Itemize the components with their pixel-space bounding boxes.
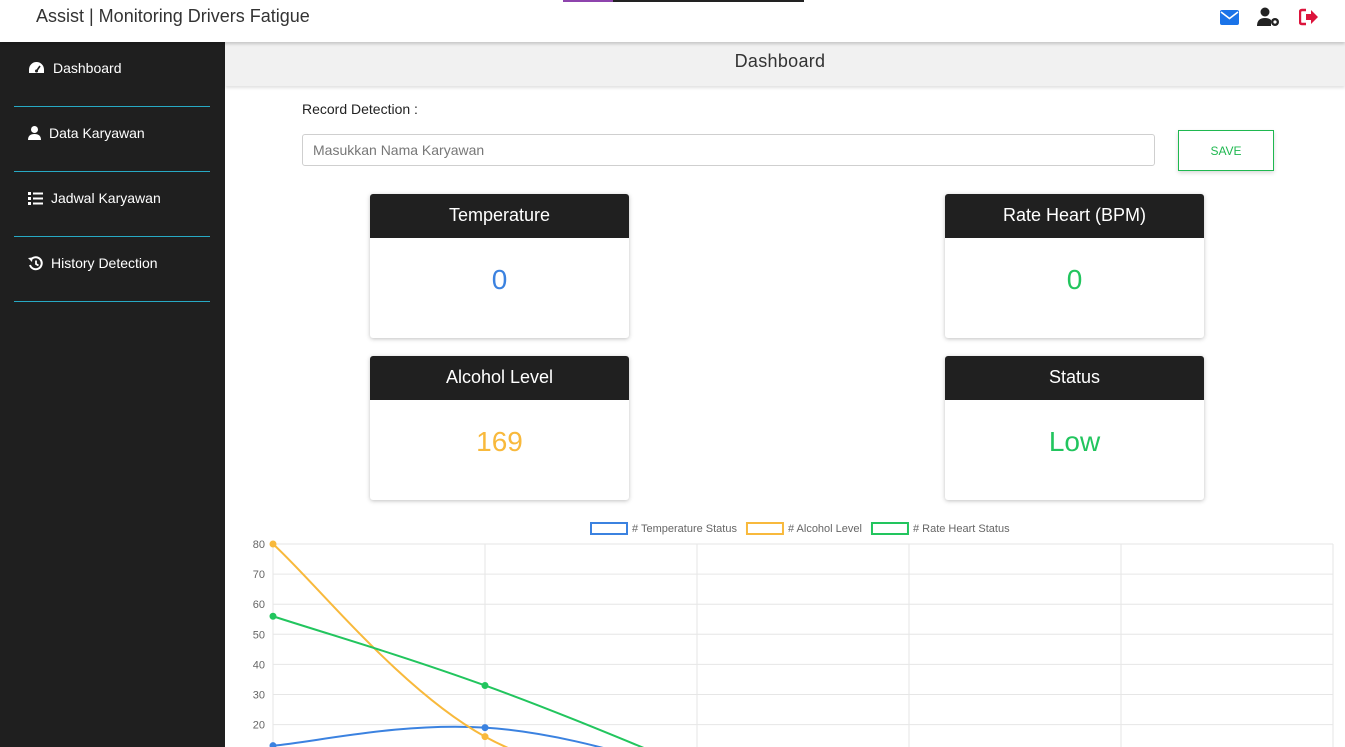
sign-out-icon[interactable]	[1297, 7, 1321, 27]
page-header: Dashboard	[225, 42, 1345, 86]
card-title: Status	[945, 356, 1204, 400]
sidebar-item-label: Dashboard	[53, 60, 122, 76]
y-tick-label: 30	[253, 690, 265, 702]
temperature-value: 0	[491, 264, 508, 295]
user-icon	[28, 126, 41, 140]
sidebar-item-history-detection[interactable]: History Detection	[14, 237, 210, 302]
page-title: Dashboard	[734, 51, 826, 71]
user-cog-icon[interactable]	[1257, 7, 1281, 27]
heart-rate-card: Rate Heart (BPM) 0	[945, 194, 1204, 338]
main-content: Dashboard Record Detection : SAVE Temper…	[225, 42, 1345, 747]
data-point	[269, 540, 277, 548]
y-tick-label: 80	[253, 539, 265, 551]
line-chart: 20 30 40 50 60 70 80 # Temperature Status # Alco…	[225, 512, 1345, 747]
sidebar-item-label: History Detection	[51, 255, 158, 271]
data-point	[481, 681, 489, 689]
save-button[interactable]: SAVE	[1178, 130, 1274, 171]
y-tick-label: 50	[253, 629, 265, 641]
sidebar-item-label: Jadwal Karyawan	[51, 190, 161, 206]
status-value: Low	[1048, 426, 1101, 457]
top-navbar: Assist | Monitoring Drivers Fatigue	[0, 0, 1345, 42]
top-accent-bar	[563, 0, 804, 2]
legend-swatch	[870, 522, 909, 535]
legend-swatch	[590, 522, 628, 535]
y-tick-label: 60	[253, 599, 265, 611]
y-tick-label: 70	[253, 569, 265, 581]
card-title: Alcohol Level	[370, 356, 629, 400]
top-icon-group	[1217, 7, 1321, 27]
legend-label: # Rate Heart Status	[913, 523, 1010, 535]
status-card: Status Low	[945, 356, 1204, 500]
heart-rate-value: 0	[1066, 264, 1083, 295]
alcohol-level-value: 169	[476, 426, 523, 457]
sidebar-item-dashboard[interactable]: Dashboard	[14, 42, 210, 107]
data-point	[269, 612, 277, 620]
sidebar: Dashboard Data Karyawan Jadwal Karyawan …	[0, 42, 225, 747]
app-title: Assist | Monitoring Drivers Fatigue	[36, 6, 310, 26]
envelope-icon[interactable]	[1217, 7, 1241, 27]
legend-label: # Alcohol Level	[788, 523, 862, 535]
y-tick-label: 40	[253, 659, 265, 671]
data-point	[481, 733, 489, 741]
tachometer-icon	[29, 62, 44, 73]
legend-label: # Temperature Status	[632, 523, 737, 535]
history-icon	[28, 255, 43, 270]
alcohol-level-card: Alcohol Level 169	[370, 356, 629, 500]
list-icon	[28, 191, 43, 205]
sidebar-item-jadwal-karyawan[interactable]: Jadwal Karyawan	[14, 172, 210, 237]
y-tick-label: 20	[253, 720, 265, 732]
temperature-card: Temperature 0	[370, 194, 629, 338]
record-detection-label: Record Detection :	[302, 101, 418, 117]
data-point	[481, 724, 489, 732]
sidebar-item-label: Data Karyawan	[49, 125, 145, 141]
chart-svg: 20 30 40 50 60 70 80 # Temperature Status # Alco…	[253, 522, 1334, 747]
card-title: Temperature	[370, 194, 629, 238]
legend-swatch	[745, 522, 784, 535]
card-title: Rate Heart (BPM)	[945, 194, 1204, 238]
employee-name-input[interactable]	[302, 134, 1155, 166]
data-point	[269, 742, 277, 747]
sidebar-item-data-karyawan[interactable]: Data Karyawan	[14, 107, 210, 172]
